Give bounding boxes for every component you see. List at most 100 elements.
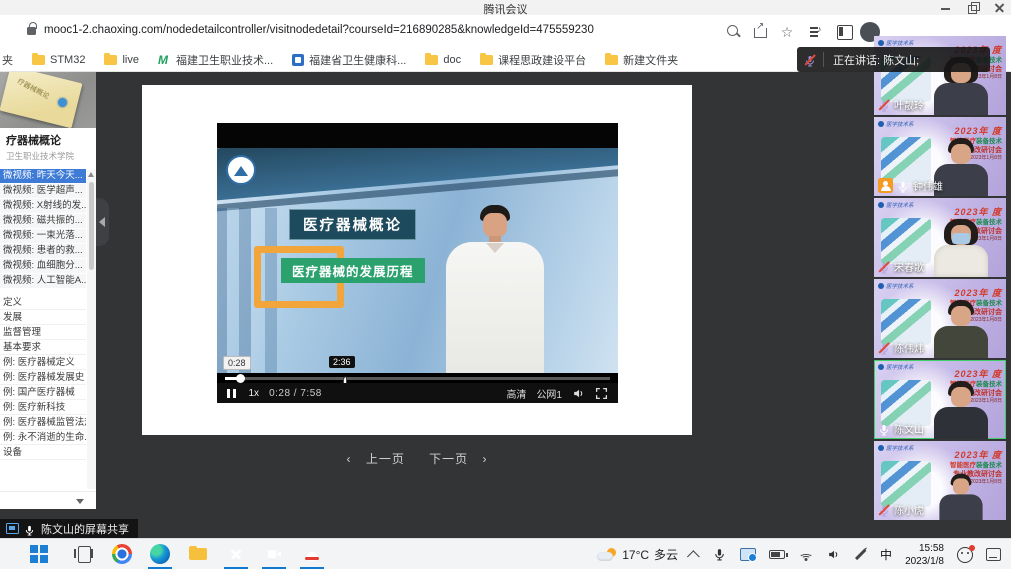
- bookmark-fjwszyjs[interactable]: M福建卫生职业技术...: [158, 52, 273, 68]
- sidebar-extension-icon[interactable]: [836, 23, 854, 41]
- pause-button[interactable]: [227, 389, 236, 398]
- weather-temp: 17°C: [622, 548, 649, 562]
- participant-name-row: 叶靓玲: [878, 97, 924, 112]
- screenshot-root: 腾讯会议 mooc1-2.chaoxing.com/nodedetailcont…: [0, 0, 1011, 569]
- presenter-figure: [440, 205, 550, 373]
- participant-name-row: 宋春歌: [878, 259, 924, 274]
- section-item[interactable]: 例: 医疗器械监管法规: [0, 415, 86, 430]
- banner-corner-logo: 医学技术系: [878, 282, 914, 290]
- logo-dot-icon: [878, 283, 884, 289]
- controls-right: 高清 公网1: [506, 386, 608, 401]
- participant-tile[interactable]: 医学技术系 2023年 度 智能医疗装备技术 专业教改研讨会 2023年1月8日…: [874, 198, 1006, 277]
- tray-mic-icon[interactable]: [713, 548, 727, 562]
- quality-button[interactable]: 高清: [506, 386, 526, 401]
- start-button[interactable]: [30, 544, 50, 564]
- playback-speed-button[interactable]: 1x: [249, 388, 260, 399]
- logo-dot-icon: [878, 364, 884, 370]
- bookmark-stm32[interactable]: STM32: [32, 54, 85, 66]
- folder-icon: [32, 55, 45, 65]
- wifi-icon[interactable]: [798, 549, 814, 561]
- chapter-item[interactable]: 微视频: 磁共振的...: [0, 214, 86, 228]
- bookmark-star-icon[interactable]: ☆: [778, 23, 796, 41]
- participant-name-row: 陈小虎: [878, 502, 924, 517]
- participant-name-row: 陈文山: [878, 421, 924, 436]
- nav-scrollbar[interactable]: [87, 170, 96, 489]
- tray-expand-icon[interactable]: [687, 550, 700, 563]
- chapter-item[interactable]: 微视频: X射线的发...: [0, 199, 86, 213]
- next-arrow-icon[interactable]: ›: [483, 452, 488, 466]
- address-bar[interactable]: mooc1-2.chaoxing.com/nodedetailcontrolle…: [0, 15, 1011, 48]
- chapter-item-selected[interactable]: 微视频: 昨天今天...: [0, 169, 86, 183]
- bookmark-fjswsjk[interactable]: 福建省卫生健康科...: [292, 52, 406, 68]
- video-progress-bar[interactable]: 0:28 2:36: [217, 373, 618, 383]
- section-item[interactable]: 例: 永不消逝的生命...: [0, 430, 86, 445]
- pen-icon[interactable]: [855, 549, 866, 560]
- progress-track[interactable]: [225, 377, 610, 380]
- chrome-icon[interactable]: [112, 544, 132, 564]
- scrollbar-thumb[interactable]: [89, 182, 94, 270]
- bookmark-live[interactable]: live: [104, 54, 139, 66]
- section-item[interactable]: 基本要求: [0, 340, 86, 355]
- bookmark-overflow-label[interactable]: 夹: [2, 52, 13, 68]
- restore-icon[interactable]: [967, 2, 978, 13]
- next-page-button[interactable]: 下一页: [429, 452, 468, 466]
- mic-icon: [24, 523, 36, 535]
- tray-screenshare-icon[interactable]: [740, 548, 756, 561]
- video-player[interactable]: 医疗器械概论 医疗器械的发展历程 0:28 2:36: [217, 123, 618, 403]
- minimize-icon[interactable]: [940, 2, 951, 13]
- video-subline: 医疗器械的发展历程: [281, 258, 425, 283]
- participant-tile[interactable]: 医学技术系 2023年 度 智能医疗装备技术 专业教改研讨会 2023年1月8日…: [874, 279, 1006, 358]
- video-frame[interactable]: 医疗器械概论 医疗器械的发展历程: [217, 148, 618, 373]
- edge-icon[interactable]: [150, 544, 170, 564]
- fullscreen-icon[interactable]: [595, 387, 608, 400]
- chapter-item[interactable]: 微视频: 患者的救...: [0, 244, 86, 258]
- bookmark-kcsz[interactable]: 课程思政建设平台: [480, 52, 586, 68]
- close-icon[interactable]: [994, 2, 1005, 13]
- chapter-item[interactable]: 微视频: 人工智能A...: [0, 274, 86, 288]
- chapter-list: 微视频: 昨天今天... 微视频: 医学超声... 微视频: X射线的发... …: [0, 169, 86, 288]
- section-item[interactable]: 发展: [0, 310, 86, 325]
- nav-bottom-select: [0, 491, 96, 509]
- section-item[interactable]: 定义: [0, 295, 86, 310]
- bookmark-newfolder[interactable]: 新建文件夹: [605, 52, 678, 68]
- chapter-item[interactable]: 微视频: 医学超声...: [0, 184, 86, 198]
- nav-collapse-handle[interactable]: [96, 198, 109, 246]
- section-item[interactable]: 例: 医疗器械发展史: [0, 370, 86, 385]
- presenter-face: [483, 213, 507, 237]
- chevron-down-icon[interactable]: [76, 499, 84, 504]
- section-item[interactable]: 设备: [0, 445, 86, 460]
- prev-arrow-icon[interactable]: ‹: [346, 452, 351, 466]
- scroll-up-icon[interactable]: [88, 172, 94, 177]
- tray-volume-icon[interactable]: [827, 548, 841, 562]
- weather-icon: [597, 548, 617, 562]
- url-text[interactable]: mooc1-2.chaoxing.com/nodedetailcontrolle…: [44, 24, 594, 36]
- weather-widget[interactable]: 17°C 多云: [597, 546, 678, 563]
- clock[interactable]: 15:58 2023/1/8: [905, 542, 944, 568]
- volume-icon[interactable]: [572, 387, 585, 400]
- section-item[interactable]: 监督管理: [0, 325, 86, 340]
- ime-indicator[interactable]: 中: [880, 546, 892, 563]
- section-item[interactable]: 例: 医疗器械定义: [0, 355, 86, 370]
- zoom-icon[interactable]: [725, 23, 743, 41]
- section-item[interactable]: 例: 国产医疗器械: [0, 385, 86, 400]
- network-line-button[interactable]: 公网1: [536, 386, 562, 401]
- bookmark-doc[interactable]: doc: [425, 54, 461, 66]
- course-book-label: 疗器械概论: [15, 76, 51, 101]
- mic-icon: [804, 54, 816, 66]
- participant-figure: [932, 219, 990, 277]
- prev-page-button[interactable]: 上一页: [366, 452, 405, 466]
- logo-dot-icon: [878, 40, 884, 46]
- chapter-item[interactable]: 微视频: 一束光落...: [0, 229, 86, 243]
- participant-tile[interactable]: 医学技术系 2023年 度 智能医疗装备技术 专业教改研讨会 2023年1月8日…: [874, 117, 1006, 196]
- chapter-item[interactable]: 微视频: 血细胞分...: [0, 259, 86, 273]
- battery-icon[interactable]: [769, 550, 785, 559]
- notification-center-icon[interactable]: [986, 548, 1001, 561]
- participant-tile-speaking[interactable]: 医学技术系 2023年 度 智能医疗装备技术 专业教改研讨会 2023年1月8日…: [874, 360, 1006, 439]
- section-item[interactable]: 例: 医疗新科技: [0, 400, 86, 415]
- banner-corner-logo: 医学技术系: [878, 120, 914, 128]
- participant-tile[interactable]: 医学技术系 2023年 度 智能医疗装备技术 专业教改研讨会 2023年1月8日…: [874, 441, 1006, 520]
- messenger-icon[interactable]: [957, 547, 973, 563]
- playlist-extension-icon[interactable]: [809, 23, 827, 41]
- share-icon[interactable]: [752, 23, 770, 41]
- progress-knob[interactable]: [236, 374, 245, 383]
